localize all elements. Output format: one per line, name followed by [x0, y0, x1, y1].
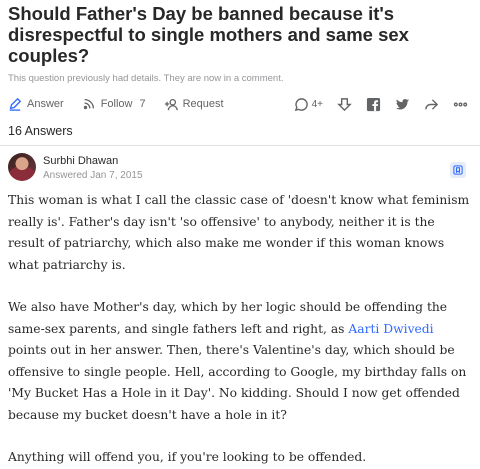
- comment-icon: [294, 97, 308, 111]
- answer-text: points out in her answer. Then, there's …: [8, 343, 467, 422]
- answer-button[interactable]: Answer: [8, 97, 64, 111]
- comments-count: 4+: [311, 98, 323, 110]
- question-page: Should Father's Day be banned because it…: [0, 0, 480, 464]
- follow-button[interactable]: Follow 7: [82, 97, 146, 111]
- answer-paragraph: We also have Mother's day, which by her …: [8, 297, 472, 426]
- downvote-button[interactable]: [337, 97, 352, 112]
- answered-date[interactable]: Answered Jan 7, 2015: [43, 170, 143, 181]
- author-name[interactable]: Surbhi Dhawan: [43, 155, 143, 167]
- follow-button-label: Follow: [100, 98, 133, 110]
- secondary-actions: 4+: [280, 97, 468, 112]
- facebook-icon: [366, 97, 381, 111]
- follow-count: 7: [139, 98, 146, 110]
- request-button-label: Request: [182, 98, 224, 110]
- author-meta: Surbhi Dhawan Answered Jan 7, 2015: [43, 153, 143, 181]
- share-button[interactable]: [424, 97, 439, 112]
- user-mention-link[interactable]: Aarti Dwivedi: [348, 322, 433, 336]
- request-user-icon: [164, 98, 178, 111]
- more-options-button[interactable]: [453, 97, 468, 112]
- share-arrow-icon: [425, 98, 439, 110]
- bookmark-badge[interactable]: [450, 162, 466, 178]
- answers-count: 16 Answers: [8, 124, 73, 138]
- answer-author-header: Surbhi Dhawan Answered Jan 7, 2015: [8, 153, 472, 181]
- question-action-bar: Answer Follow 7 Request 4+: [8, 95, 472, 113]
- divider: [0, 145, 480, 146]
- question-details-note: This question previously had details. Th…: [8, 73, 284, 84]
- answer-paragraph: This woman is what I call the classic ca…: [8, 193, 470, 272]
- pencil-icon: [9, 97, 22, 111]
- answer-paragraph: Anything will offend you, if you're look…: [8, 450, 367, 464]
- bookmark-icon: [453, 165, 463, 175]
- answer-button-label: Answer: [27, 98, 64, 110]
- share-facebook-button[interactable]: [366, 97, 381, 112]
- avatar[interactable]: [8, 153, 36, 181]
- request-button[interactable]: Request: [164, 97, 224, 111]
- question-title[interactable]: Should Father's Day be banned because it…: [8, 0, 472, 66]
- answer-body: This woman is what I call the classic ca…: [8, 190, 472, 469]
- share-twitter-button[interactable]: [395, 97, 410, 112]
- downvote-arrow-icon: [337, 97, 352, 111]
- twitter-icon: [395, 98, 410, 109]
- rss-follow-icon: [83, 98, 94, 110]
- more-dots-icon: [453, 102, 468, 106]
- comments-button[interactable]: 4+: [294, 97, 323, 112]
